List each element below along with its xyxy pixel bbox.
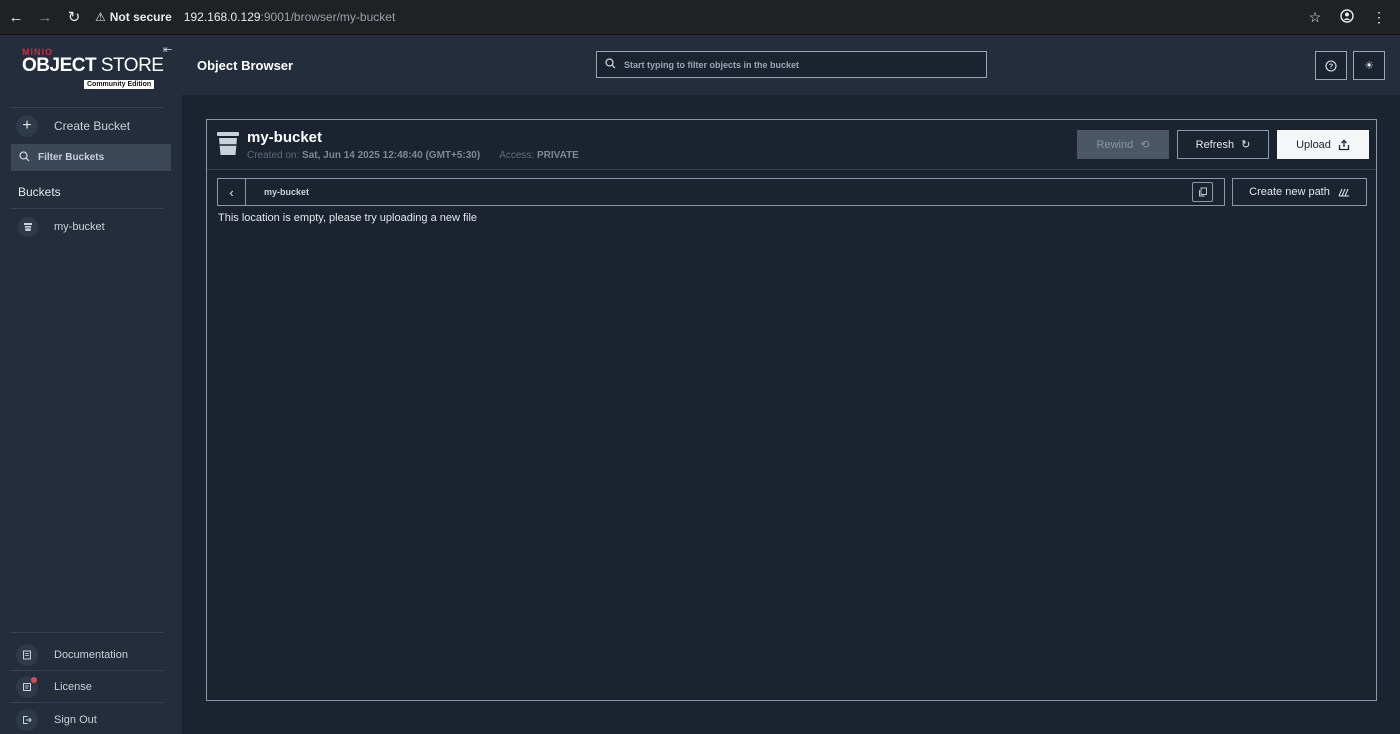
browser-toolbar: ← → ↻ ⚠ Not secure 192.168.0.129:9001/br… [0,0,1400,35]
refresh-label: Refresh [1195,138,1235,151]
sidebar-item-license[interactable]: License [16,676,92,698]
search-icon [605,57,616,72]
address-bar[interactable]: ⚠ Not secure 192.168.0.129:9001/browser/… [95,4,1304,30]
filter-buckets-input[interactable] [38,152,158,163]
object-search[interactable] [596,51,987,78]
help-icon: ? [1325,59,1337,72]
bucket-icon [217,132,239,161]
breadcrumb-item[interactable]: my-bucket [264,187,309,197]
license-icon [16,676,38,698]
search-icon [19,150,30,165]
divider [10,670,164,671]
bucket-icon [18,217,38,237]
new-path-icon [1338,188,1349,197]
page-header: Object Browser ? ☀ [182,35,1400,95]
page-title: Object Browser [197,58,294,73]
forward-arrow-icon[interactable]: → [32,4,58,30]
logo-edition: Community Edition [84,80,155,89]
refresh-icon: ↻ [1241,139,1251,151]
create-new-path-button[interactable]: Create new path [1232,178,1367,206]
rewind-button[interactable]: Rewind ⟲ [1077,130,1169,159]
star-icon[interactable]: ☆ [1304,9,1326,26]
empty-state-message: This location is empty, please try uploa… [218,212,478,224]
bucket-header: my-bucket Created on: Sat, Jun 14 2025 1… [207,120,1376,170]
minio-logo: MINIO OBJECT STORE Community Edition [22,47,164,89]
sidebar-item-my-bucket[interactable]: my-bucket [18,217,105,237]
sidebar: MINIO OBJECT STORE Community Edition ⇤ +… [0,35,182,734]
create-new-path-label: Create new path [1249,186,1330,198]
logo-product: OBJECT STORE [22,55,164,76]
create-bucket-label: Create Bucket [54,119,131,133]
filter-buckets[interactable] [11,144,171,171]
buckets-title: Buckets [18,185,61,199]
back-arrow-icon[interactable]: ← [3,4,29,30]
sidebar-item-label: Sign Out [54,714,97,726]
url-path: :9001/browser/my-bucket [260,10,396,24]
collapse-sidebar-icon[interactable]: ⇤ [163,43,172,56]
plus-icon: + [16,115,38,137]
warning-icon: ⚠ [95,10,106,24]
object-search-input[interactable] [624,59,964,70]
sign-out-icon [16,709,38,731]
security-label: Not secure [109,10,172,24]
sun-icon: ☀ [1364,60,1374,72]
svg-text:?: ? [1329,63,1333,70]
reload-icon[interactable]: ↻ [61,4,87,30]
history-icon: ⟲ [1140,139,1150,151]
sidebar-item-label: my-bucket [54,221,105,233]
sidebar-item-label: License [54,681,92,693]
upload-label: Upload [1296,138,1331,151]
chevron-left-icon[interactable]: ‹ [218,179,246,205]
created-value: Sat, Jun 14 2025 12:48:40 (GMT+5:30) [302,150,481,161]
rewind-label: Rewind [1096,138,1134,151]
breadcrumb: ‹ my-bucket [217,178,1225,206]
theme-toggle-button[interactable]: ☀ [1353,51,1385,80]
help-button[interactable]: ? [1315,51,1347,80]
upload-button[interactable]: Upload [1277,130,1369,159]
divider [10,208,164,209]
profile-icon[interactable] [1336,8,1358,26]
documentation-icon [16,644,38,666]
access-label: Access: [499,150,535,161]
access-value: PRIVATE [537,150,579,161]
notification-dot [31,677,37,683]
create-bucket-button[interactable]: + Create Bucket [16,115,130,137]
sidebar-item-documentation[interactable]: Documentation [16,644,128,666]
divider [10,632,164,633]
divider [10,107,164,108]
sidebar-item-label: Documentation [54,649,128,661]
refresh-button[interactable]: Refresh ↻ [1177,130,1269,159]
url-host: 192.168.0.129 [183,10,261,24]
upload-icon [1338,139,1350,150]
copy-path-icon[interactable] [1192,182,1213,202]
sidebar-item-sign-out[interactable]: Sign Out [16,709,97,731]
bucket-name: my-bucket [247,129,323,146]
divider [10,702,164,703]
kebab-menu-icon[interactable]: ⋮ [1368,9,1390,26]
bucket-meta: Created on: Sat, Jun 14 2025 12:48:40 (G… [247,150,579,161]
bucket-panel: my-bucket Created on: Sat, Jun 14 2025 1… [206,119,1377,701]
created-label: Created on: [247,150,300,161]
